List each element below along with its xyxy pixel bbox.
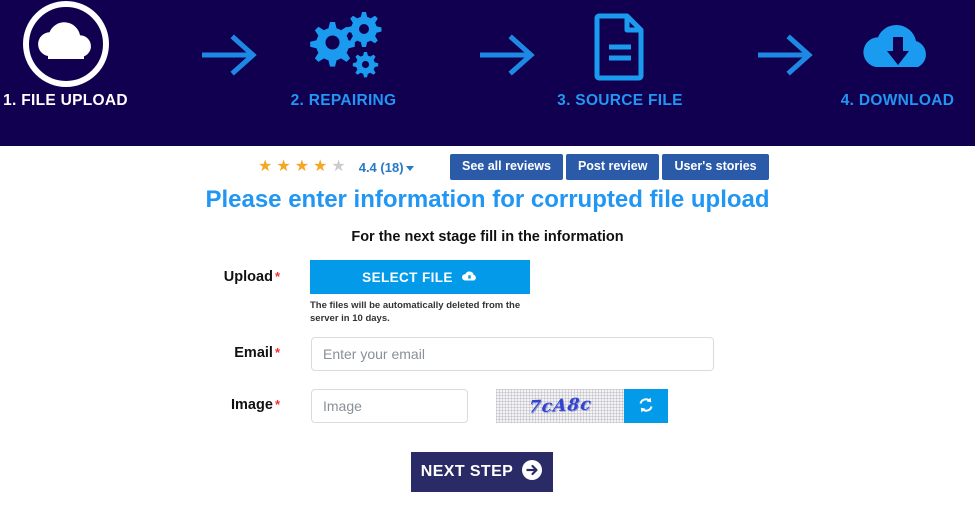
required-marker-upload: * <box>274 269 280 284</box>
arrow-3-icon <box>756 30 818 80</box>
review-buttons: See all reviews Post review User's stori… <box>450 153 769 181</box>
rating-value-text: 4.4 (18) <box>358 159 404 175</box>
page-subtitle: For the next stage fill in the informati… <box>351 229 624 245</box>
step-label-download: 4. DOWNLOAD <box>840 92 955 109</box>
step-label-source-file: 3. SOURCE FILE <box>557 92 683 109</box>
document-icon <box>591 0 649 92</box>
cloud-download-icon <box>856 0 940 92</box>
upload-label-text: Upload <box>223 269 273 285</box>
refresh-icon <box>636 395 656 418</box>
gears-icon <box>304 0 384 92</box>
step-label-repairing: 2. REPAIRING <box>290 92 397 109</box>
step-item-download[interactable]: 4. DOWNLOAD <box>818 0 975 146</box>
form-row-image: Image* 7cA8c <box>0 384 975 434</box>
captcha-refresh-button[interactable] <box>624 389 668 423</box>
step-label-file-upload: 1. FILE UPLOAD <box>3 92 128 109</box>
arrow-1-icon <box>200 30 262 80</box>
captcha-group: 7cA8c <box>496 389 668 423</box>
cloud-upload-circle-icon <box>18 0 114 92</box>
select-file-button[interactable]: SELECT FILE <box>310 260 530 294</box>
page-title: Please enter information for corrupted f… <box>205 186 770 213</box>
star-icon-2: ★ <box>276 158 291 175</box>
review-bar: ★ ★ ★ ★ ★ 4.4 (18) See all reviews Post … <box>0 152 975 182</box>
upload-label: Upload * <box>150 269 280 285</box>
arrow-2-icon <box>478 30 540 80</box>
steps-header: 1. FILE UPLOAD 2. REPAIRING 3. SOURCE FI… <box>0 0 975 146</box>
post-review-button[interactable]: Post review <box>565 153 660 181</box>
cloud-upload-icon <box>461 269 478 285</box>
arrow-right-circle-icon <box>521 459 543 486</box>
next-step-button[interactable]: NEXT STEP <box>411 452 553 492</box>
users-stories-button[interactable]: User's stories <box>662 153 769 181</box>
captcha-image: 7cA8c <box>496 389 624 423</box>
image-label-text: Image <box>231 397 273 413</box>
upload-form: Upload * SELECT FILE The files will be au… <box>0 260 975 434</box>
star-icon-5: ★ <box>331 158 346 175</box>
rating-dropdown[interactable]: 4.4 (18) <box>359 160 414 175</box>
step-item-source-file[interactable]: 3. SOURCE FILE <box>540 0 700 146</box>
see-all-reviews-button[interactable]: See all reviews <box>450 153 563 181</box>
next-step-label: NEXT STEP <box>420 463 514 480</box>
star-icon-1: ★ <box>258 158 273 175</box>
email-label: Email * <box>150 345 280 361</box>
select-file-label: SELECT FILE <box>362 269 453 285</box>
email-label-text: Email <box>234 345 273 361</box>
step-item-repairing[interactable]: 2. REPAIRING <box>262 0 425 146</box>
required-marker-image: * <box>274 397 280 412</box>
step-item-file-upload[interactable]: 1. FILE UPLOAD <box>0 0 131 146</box>
email-field[interactable] <box>311 337 714 371</box>
form-row-upload: Upload * SELECT FILE The files will be au… <box>0 260 975 332</box>
star-icon-4: ★ <box>313 158 328 175</box>
upload-note: The files will be automatically deleted … <box>310 300 521 324</box>
star-icon-3: ★ <box>294 158 310 175</box>
chevron-down-icon <box>405 165 414 171</box>
rating-group: ★ ★ ★ ★ ★ 4.4 (18) <box>258 159 414 175</box>
image-label: Image * <box>150 397 280 413</box>
form-row-email: Email * <box>0 332 975 384</box>
captcha-input[interactable] <box>311 389 468 423</box>
captcha-text: 7cA8c <box>527 394 593 418</box>
required-marker-email: * <box>274 345 280 360</box>
